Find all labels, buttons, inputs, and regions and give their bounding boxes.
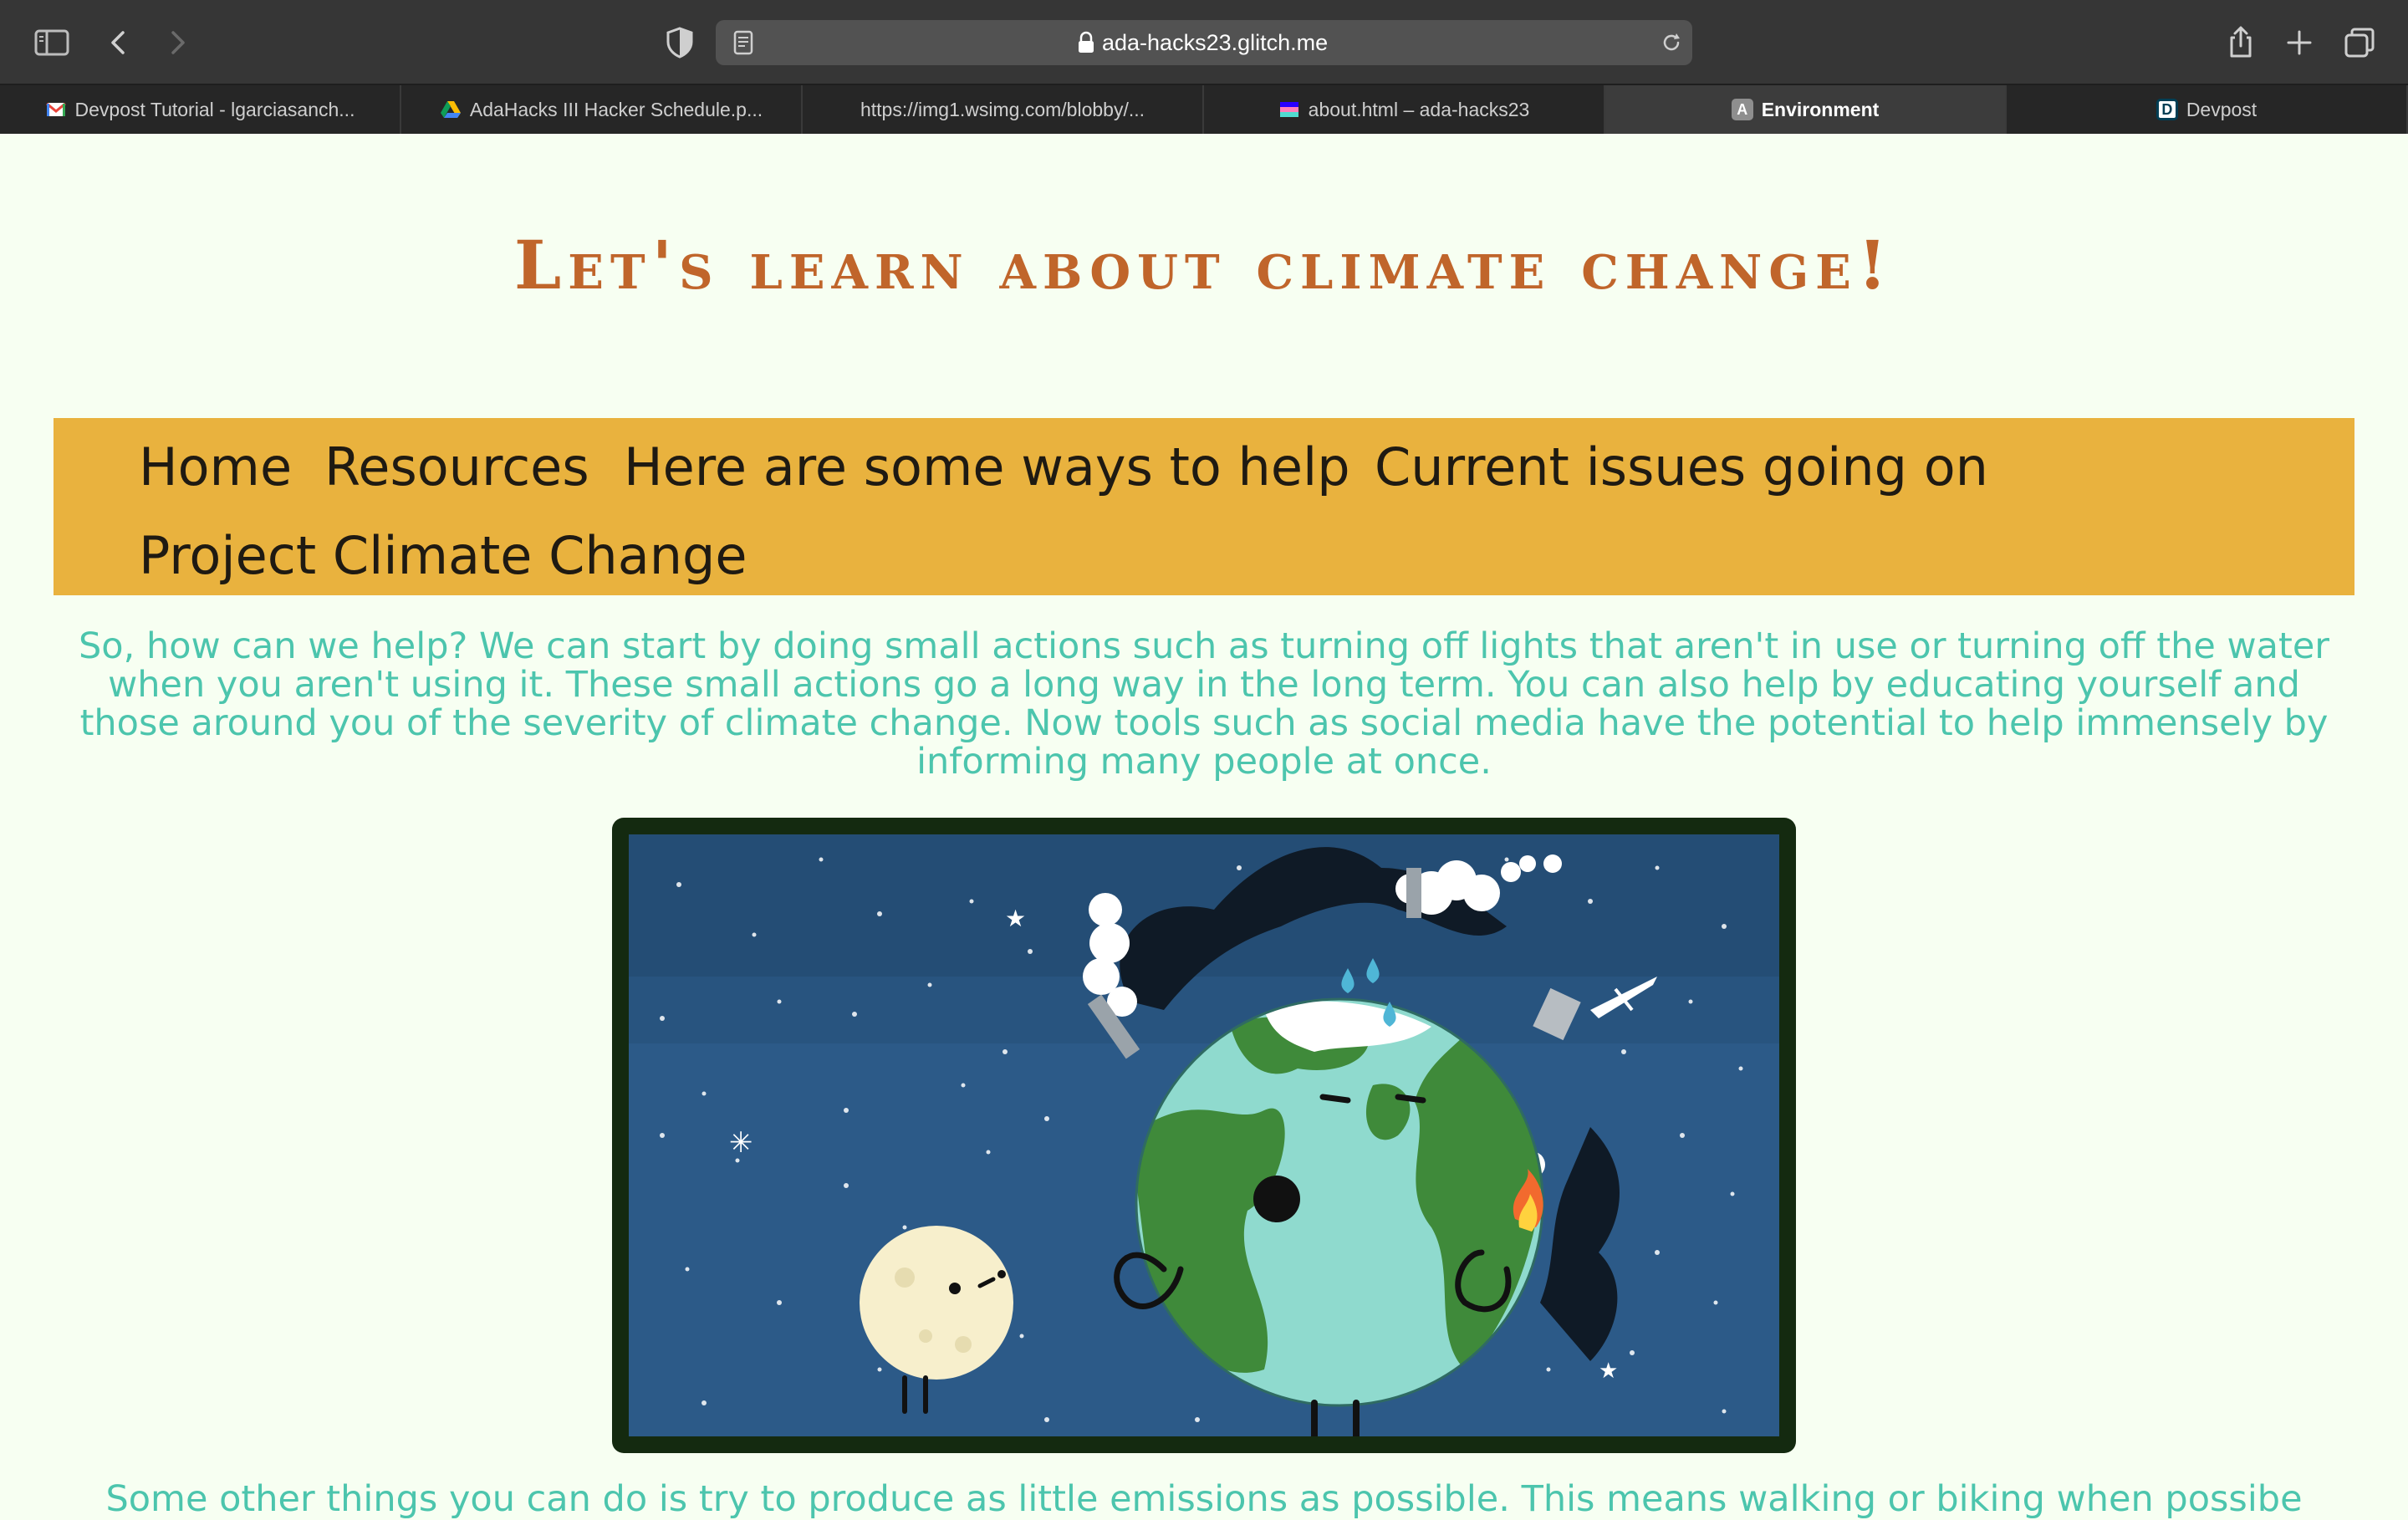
share-icon[interactable] (2221, 23, 2261, 63)
svg-text:★: ★ (1599, 1359, 1618, 1384)
tab-label: Devpost (2186, 98, 2258, 120)
tab-label: Environment (1761, 98, 1880, 120)
tab-about-html[interactable]: about.html – ada-hacks23 (1204, 85, 1605, 134)
address-bar[interactable]: ada-hacks23.glitch.me (666, 20, 1692, 65)
nav-link-resources[interactable]: Resources (324, 441, 589, 493)
tab-label: https://img1.wsimg.com/blobby/... (860, 98, 1145, 120)
nav-link-home[interactable]: Home (139, 441, 292, 493)
nav-link-ways-to-help[interactable]: Here are some ways to help (624, 441, 1350, 493)
gmail-icon (45, 99, 67, 120)
devpost-icon: D (2155, 99, 2178, 120)
tab-label: about.html – ada-hacks23 (1308, 98, 1530, 120)
tab-devpost[interactable]: D Devpost (2007, 85, 2408, 134)
emissions-paragraph: Some other things you can do is try to p… (105, 1478, 2303, 1520)
tab-wsimg-image[interactable]: https://img1.wsimg.com/blobby/... (803, 85, 1204, 134)
web-page: Let's learn about climate change! Home R… (0, 134, 2408, 1518)
back-icon[interactable] (99, 23, 139, 63)
forward-icon[interactable] (157, 23, 197, 63)
tab-label: Devpost Tutorial - lgarciasanch... (74, 98, 355, 120)
sidebar-toggle-icon[interactable] (32, 23, 72, 63)
nav-bar: Home Resources Here are some ways to hel… (54, 418, 2354, 595)
help-paragraph: So, how can we help? We can start by doi… (79, 625, 2329, 783)
climate-illustration: ★ ★ ✳ (612, 818, 1796, 1453)
browser-toolbar: ada-hacks23.glitch.me (0, 0, 2408, 85)
google-drive-icon (440, 99, 462, 120)
page-title: Let's learn about climate change! (514, 226, 1894, 304)
tab-strip: Devpost Tutorial - lgarciasanch... AdaHa… (0, 85, 2408, 134)
lock-icon (1079, 31, 1094, 53)
svg-text:✳: ✳ (729, 1126, 753, 1160)
nav-link-project-climate-change[interactable]: Project Climate Change (139, 530, 747, 582)
tab-label: AdaHacks III Hacker Schedule.p... (469, 98, 763, 120)
new-tab-icon[interactable] (2279, 23, 2319, 63)
tab-hacker-schedule[interactable]: AdaHacks III Hacker Schedule.p... (401, 85, 803, 134)
glitch-icon (1278, 99, 1300, 120)
letter-a-icon: A (1731, 99, 1753, 120)
tab-environment[interactable]: A Environment (1605, 85, 2007, 134)
tab-overview-icon[interactable] (2339, 23, 2380, 63)
url-text[interactable]: ada-hacks23.glitch.me (1102, 20, 1328, 65)
reader-mode-icon[interactable] (729, 28, 758, 57)
privacy-shield-icon[interactable] (661, 23, 699, 62)
tab-devpost-tutorial[interactable]: Devpost Tutorial - lgarciasanch... (0, 85, 401, 134)
svg-text:★: ★ (1005, 905, 1026, 932)
reload-icon[interactable] (1659, 30, 1684, 55)
nav-link-current-issues[interactable]: Current issues going on (1375, 441, 1988, 493)
sad-earth-image: ★ ★ ✳ (629, 834, 1779, 1436)
